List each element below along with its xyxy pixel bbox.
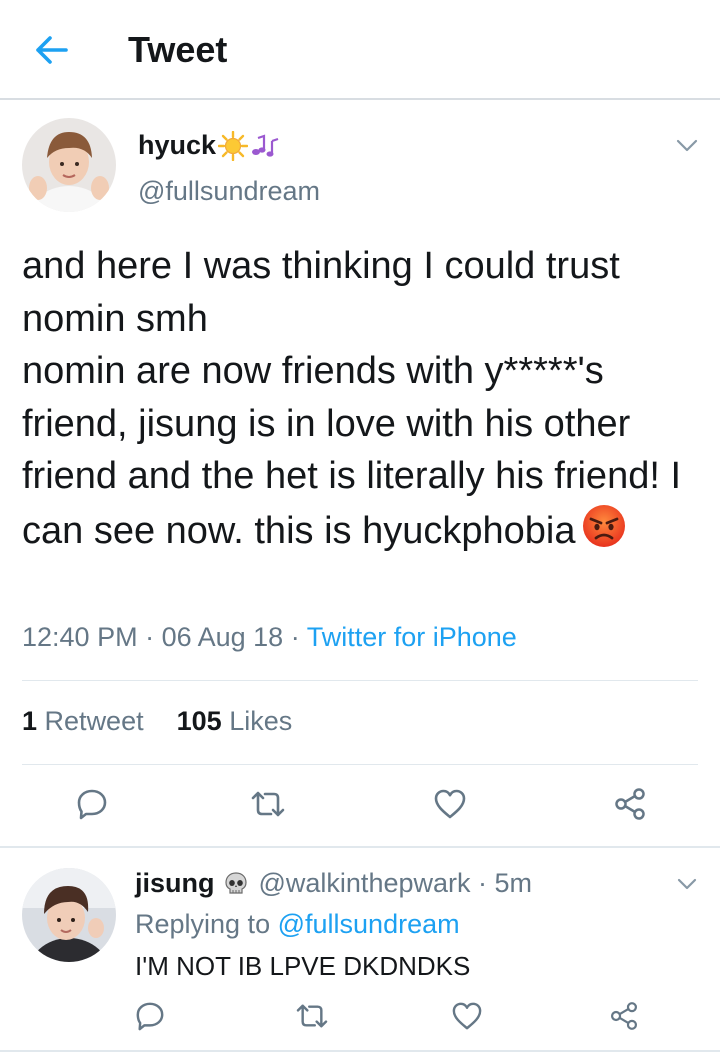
like-icon xyxy=(434,789,466,819)
reply-separator: · xyxy=(470,868,495,898)
tweet-metadata: 12:40 PM · 06 Aug 18 · Twitter for iPhon… xyxy=(22,622,517,652)
reply-icon xyxy=(77,789,107,820)
reply-tweet[interactable]: jisung @walkinthepwark · 5m Replying to … xyxy=(0,848,720,1056)
top-bar: Tweet xyxy=(0,0,720,100)
page-title: Tweet xyxy=(128,29,228,70)
avatar[interactable] xyxy=(22,868,116,962)
chevron-down-icon xyxy=(677,878,697,889)
tweet-time: 12:40 PM xyxy=(22,622,138,652)
reply-text: I'M NOT IB LPVE DKDNDKS xyxy=(135,951,471,981)
share-button[interactable] xyxy=(604,996,644,1036)
sun-icon xyxy=(218,130,249,161)
display-name: hyuck xyxy=(138,130,217,160)
back-arrow-icon xyxy=(36,36,68,64)
like-icon xyxy=(452,1002,482,1030)
share-icon xyxy=(615,788,645,820)
tweet-source-link[interactable]: Twitter for iPhone xyxy=(307,622,517,652)
like-button[interactable] xyxy=(447,996,487,1036)
divider xyxy=(22,764,698,765)
reply-header: jisung @walkinthepwark · 5m xyxy=(135,868,532,899)
reply-actions xyxy=(0,996,720,1036)
like-button[interactable] xyxy=(430,784,470,824)
like-label: Likes xyxy=(229,706,293,736)
reply-time: 5m xyxy=(494,868,533,898)
like-count: 105 xyxy=(176,706,222,736)
retweet-count: 1 xyxy=(22,706,38,736)
user-name[interactable]: hyuck xyxy=(138,130,280,161)
retweet-label: Retweet xyxy=(44,706,144,736)
tweet-date: 06 Aug 18 xyxy=(161,622,284,652)
replying-mention-link[interactable]: @fullsundream xyxy=(278,909,460,939)
angry-face-icon xyxy=(581,503,627,564)
tweet-options-button[interactable] xyxy=(672,134,702,158)
share-icon xyxy=(610,1002,638,1030)
music-notes-icon xyxy=(252,133,279,157)
user-handle[interactable]: @fullsundream xyxy=(138,176,320,207)
reply-button[interactable] xyxy=(130,996,170,1036)
avatar[interactable] xyxy=(22,118,116,212)
retweet-button[interactable] xyxy=(292,996,332,1036)
reply-display-name[interactable]: jisung xyxy=(135,868,215,899)
reply-icon xyxy=(136,1002,164,1031)
divider xyxy=(22,680,698,681)
likes-stat[interactable]: 105 Likes xyxy=(177,706,293,736)
reply-options-button[interactable] xyxy=(672,872,702,896)
retweet-icon xyxy=(296,1004,328,1028)
replying-to: Replying to @fullsundream xyxy=(135,909,460,940)
retweets-stat[interactable]: 1 Retweet xyxy=(22,706,144,736)
retweet-button[interactable] xyxy=(248,784,288,824)
tweet-stats: 1 Retweet 105 Likes xyxy=(22,706,292,737)
back-button[interactable] xyxy=(26,28,76,72)
reply-button[interactable] xyxy=(72,784,112,824)
share-button[interactable] xyxy=(610,784,650,824)
reply-handle[interactable]: @walkinthepwark xyxy=(259,868,471,899)
skull-icon xyxy=(224,871,247,894)
tweet-actions xyxy=(0,784,720,824)
chevron-down-icon xyxy=(676,139,698,152)
tweet-text: and here I was thinking I could trust no… xyxy=(22,240,702,564)
retweet-icon xyxy=(251,791,285,817)
bottom-divider xyxy=(0,1050,720,1052)
replying-prefix: Replying to xyxy=(135,909,271,939)
